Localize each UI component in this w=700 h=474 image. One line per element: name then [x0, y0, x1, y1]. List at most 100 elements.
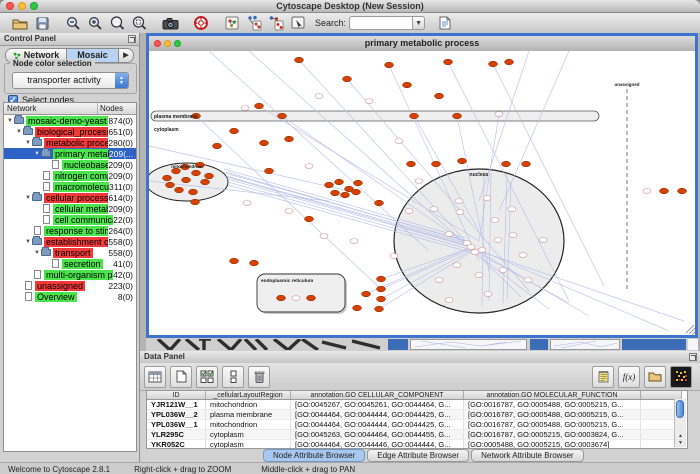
network-view-window[interactable]: primary metabolic process plasma membran… — [146, 33, 698, 338]
network-tree-row[interactable]: cell communicat22(0) — [4, 214, 136, 225]
network-node[interactable] — [278, 113, 287, 119]
network-tree-row[interactable]: Overview8(0) — [4, 291, 136, 302]
network-node[interactable] — [250, 260, 259, 266]
zoom-selected-button[interactable] — [128, 14, 150, 32]
expand-triangle-icon[interactable]: ▼ — [24, 140, 32, 146]
network-node-unselected[interactable] — [292, 296, 300, 301]
network-node-unselected[interactable] — [350, 239, 358, 244]
network-node[interactable] — [213, 143, 222, 149]
table-row[interactable]: YJR121W__1mitochondrion[GO:0045267, GO:0… — [147, 400, 682, 410]
network-node[interactable] — [260, 140, 269, 146]
network-node-unselected[interactable] — [475, 273, 483, 278]
open-session-button[interactable] — [9, 14, 31, 32]
network-node[interactable] — [403, 82, 412, 88]
matrix-view-button[interactable] — [670, 366, 692, 388]
import-attributes-button[interactable] — [644, 366, 666, 388]
network-node-unselected[interactable] — [320, 234, 328, 239]
search-input[interactable] — [349, 16, 412, 30]
network-node[interactable] — [353, 305, 362, 311]
network-node[interactable] — [201, 179, 210, 185]
manage-networks-button[interactable] — [221, 14, 243, 32]
network-tree-row[interactable]: unassigned223(0) — [4, 280, 136, 291]
network-node-unselected[interactable] — [365, 99, 373, 104]
network-node[interactable] — [192, 170, 201, 176]
network-node[interactable] — [385, 62, 394, 68]
network-tree-row[interactable]: ▼transport558(0) — [4, 247, 136, 258]
network-node[interactable] — [230, 128, 239, 134]
network-node[interactable] — [205, 173, 214, 179]
network-node[interactable] — [377, 296, 386, 302]
select-attributes-button[interactable] — [144, 366, 166, 388]
network-node-unselected[interactable] — [484, 292, 492, 297]
network-node-unselected[interactable] — [467, 245, 475, 250]
save-session-button[interactable] — [31, 14, 53, 32]
tab-edge-attribute-browser[interactable]: Edge Attribute Browser — [367, 449, 469, 462]
expand-triangle-icon[interactable]: ▼ — [15, 129, 23, 135]
table-row[interactable]: YPL036W__2plasma membrane[GO:0044464, GO… — [147, 410, 682, 420]
network-tree-row[interactable]: nucleobase-209(0) — [4, 159, 136, 170]
network-node[interactable] — [255, 103, 264, 109]
network-node[interactable] — [453, 113, 462, 119]
annotation-tool-button[interactable] — [287, 14, 309, 32]
network-node[interactable] — [435, 93, 444, 99]
network-node-unselected[interactable] — [445, 232, 453, 237]
layout-a-button[interactable] — [243, 14, 265, 32]
network-node[interactable] — [678, 188, 687, 194]
layout-b-button[interactable] — [265, 14, 287, 32]
network-node[interactable] — [285, 136, 294, 142]
column-header[interactable]: annotation.GO MOLECULAR_FUNCTION — [464, 391, 641, 400]
network-node-unselected[interactable] — [315, 94, 323, 99]
network-node[interactable] — [325, 182, 334, 188]
network-node[interactable] — [362, 291, 371, 297]
network-node-unselected[interactable] — [499, 268, 507, 273]
expand-triangle-icon[interactable]: ▼ — [33, 250, 41, 256]
network-node[interactable] — [660, 188, 669, 194]
network-node[interactable] — [166, 182, 175, 188]
network-node-unselected[interactable] — [415, 179, 423, 184]
column-header[interactable]: _cellularLayoutRegion — [206, 391, 291, 400]
network-node[interactable] — [341, 192, 350, 198]
network-tree-row[interactable]: ▼establishment of lo558(0) — [4, 236, 136, 247]
more-tabs-button[interactable]: ▶ — [119, 48, 134, 63]
network-node-unselected[interactable] — [445, 298, 453, 303]
select-all-attributes-button[interactable] — [196, 366, 218, 388]
network-node[interactable] — [352, 189, 361, 195]
background-window-fragment[interactable] — [530, 339, 548, 350]
network-node[interactable] — [307, 295, 316, 301]
expand-triangle-icon[interactable]: ▼ — [6, 118, 14, 124]
unselect-all-attributes-button[interactable] — [222, 366, 244, 388]
network-window-titlebar[interactable]: primary metabolic process — [149, 36, 695, 52]
network-node[interactable] — [444, 59, 453, 65]
network-node-unselected[interactable] — [471, 250, 479, 255]
network-node-unselected[interactable] — [483, 196, 491, 201]
search-index-button[interactable] — [434, 14, 456, 32]
network-node[interactable] — [331, 190, 340, 196]
background-window-fragment[interactable] — [410, 339, 527, 350]
network-node-unselected[interactable] — [453, 263, 461, 268]
table-row[interactable]: YKR052Ccytoplasm[GO:0044464, GO:0044446,… — [147, 440, 682, 450]
network-tree-row[interactable]: cellular metabo209(0) — [4, 203, 136, 214]
network-node-unselected[interactable] — [495, 112, 503, 117]
network-node-unselected[interactable] — [241, 106, 249, 111]
resize-grip-icon[interactable] — [686, 325, 695, 335]
function-builder-button[interactable]: f(x) — [618, 366, 640, 388]
network-node-unselected[interactable] — [435, 278, 443, 283]
annotation-pad-button[interactable] — [592, 366, 614, 388]
network-node[interactable] — [277, 295, 286, 301]
network-node[interactable] — [505, 59, 514, 65]
network-node-unselected[interactable] — [305, 164, 313, 169]
network-node[interactable] — [377, 276, 386, 282]
background-window-fragment[interactable] — [622, 339, 686, 350]
network-node-unselected[interactable] — [519, 253, 527, 258]
network-node-unselected[interactable] — [539, 238, 547, 243]
scrollbar-arrows-icon[interactable]: ▲▼ — [675, 433, 686, 447]
network-node[interactable] — [230, 258, 239, 264]
network-node-unselected[interactable] — [405, 209, 413, 214]
network-node-unselected[interactable] — [509, 233, 517, 238]
network-tree-row[interactable]: ▼metabolic process280(0) — [4, 137, 136, 148]
table-scrollbar[interactable]: ▲▼ — [674, 399, 686, 447]
tab-node-attribute-browser[interactable]: Node Attribute Browser — [263, 449, 365, 462]
column-header[interactable]: ID — [147, 391, 206, 400]
network-tree-row[interactable]: response to stimulu264(0) — [4, 225, 136, 236]
network-node-unselected[interactable] — [243, 201, 251, 206]
